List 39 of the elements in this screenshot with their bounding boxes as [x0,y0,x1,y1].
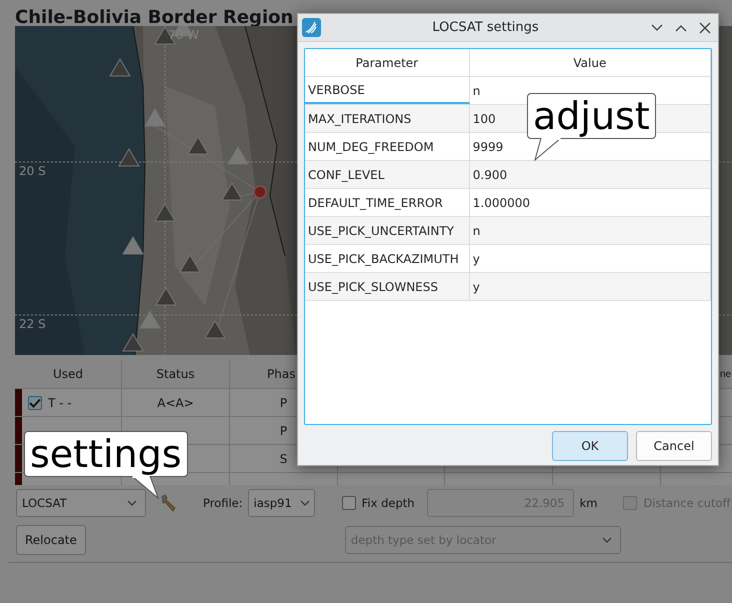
wrench-icon[interactable] [160,494,178,512]
table-cell[interactable]: USE_PICK_UNCERTAINTY [305,217,470,244]
table-cell[interactable]: y [470,245,711,272]
table-cell[interactable]: DEFAULT_TIME_ERROR [305,189,470,216]
grid-label: 22 S [19,317,46,331]
table-cell[interactable]: NUM_DEG_FREEDOM [305,133,470,160]
profile-label: Profile: [203,496,243,510]
ok-button[interactable]: OK [552,431,628,461]
column-header: Parameter [305,49,470,76]
unit-label: km [580,496,598,510]
table-cell: T - - [48,396,72,410]
chevron-icon [300,500,310,506]
chevron-icon [127,500,137,506]
table-cell[interactable]: CONF_LEVEL [305,161,470,188]
table-cell[interactable]: y [470,273,711,300]
column-header: Value [470,49,711,76]
app-icon [302,18,321,37]
checkbox-label: Fix depth [362,496,415,510]
checkbox[interactable] [342,496,356,510]
checkbox[interactable] [28,396,42,410]
column-header: ne [719,368,732,382]
table-cell[interactable]: 0.900 [470,161,711,188]
table-cell: A<A> [122,389,230,416]
column-header: Used [15,360,122,388]
close-icon[interactable] [698,20,712,34]
table-cell[interactable]: n [470,217,711,244]
table-cell[interactable]: USE_PICK_BACKAZIMUTH [305,245,470,272]
grid-label: 20 S [19,164,46,178]
dropdown[interactable]: iasp91 [248,489,315,517]
window-title: LOCSAT settings [431,20,540,35]
cancel-button[interactable]: Cancel [636,431,712,461]
table-cell[interactable]: MAX_ITERATIONS [305,105,470,132]
column-header: Status [122,360,230,388]
relocate-button[interactable]: Relocate [16,525,86,555]
dropdown[interactable]: LOCSAT [16,489,146,517]
table-cell[interactable]: USE_PICK_SLOWNESS [305,273,470,300]
chevron-icon [602,537,612,543]
table-cell[interactable]: 1.000000 [470,189,711,216]
region-title: Chile-Bolivia Border Region [14,6,294,26]
